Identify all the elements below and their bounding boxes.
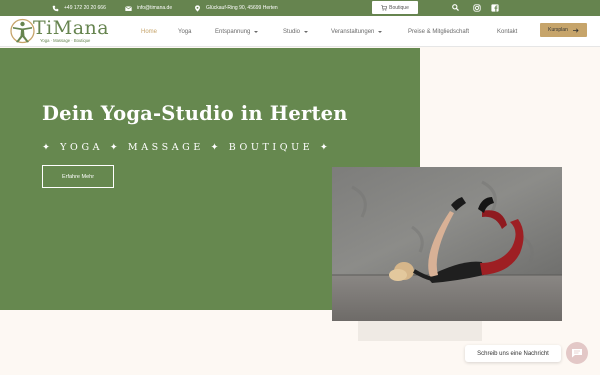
phone-icon [52,5,59,11]
address-link[interactable]: Glückauf-Ring 90, 45699 Herten [194,0,278,16]
nav-home[interactable]: Home [141,16,157,47]
boutique-button[interactable]: Boutique [372,1,418,14]
phone-text: +49 172 20 20 666 [64,5,106,11]
learn-more-label: Erfahre Mehr [61,173,95,180]
chat-prompt-bubble[interactable]: Schreib uns eine Nachricht [465,345,561,362]
facebook-link[interactable] [490,3,499,12]
nav-kontakt[interactable]: Kontakt [497,16,517,47]
hero-subtitle: ✦ YOGA ✦ MASSAGE ✦ BOUTIQUE ✦ [42,142,332,153]
photo-shadow [358,321,482,341]
nav-home-label: Home [141,28,158,35]
arrow-right-icon [572,27,579,33]
facebook-icon [490,3,499,12]
main-header: TiMana Yoga · Massage · Boutique Home Yo… [0,16,600,47]
nav-kontakt-label: Kontakt [497,28,518,35]
chevron-down-icon [304,30,309,33]
nav-entspannung[interactable]: Entspannung [215,16,259,47]
instagram-link[interactable] [472,3,481,12]
hero-title: Dein Yoga-Studio in Herten [42,102,348,125]
instagram-icon [472,3,481,12]
top-bar: +49 172 20 20 666 info@timana.de Glückau… [0,0,600,16]
phone-link[interactable]: +49 172 20 20 666 [52,0,106,16]
logo-tagline: Yoga · Massage · Boutique [40,38,91,43]
chat-button[interactable] [566,342,588,364]
logo-name: TiMana [33,17,110,39]
search-icon [452,4,459,11]
nav-preise[interactable]: Preise & Mitgliedschaft [408,16,469,47]
nav-preise-label: Preise & Mitgliedschaft [408,28,470,35]
nav-yoga-label: Yoga [178,28,192,35]
nav-veranstaltungen-label: Veranstaltungen [331,28,375,35]
yoga-photo [332,167,562,321]
email-link[interactable]: info@timana.de [125,0,172,16]
kursplan-label: Kursplan [548,27,568,33]
envelope-icon [125,5,132,11]
email-text: info@timana.de [137,5,173,11]
cart-icon [381,4,388,11]
chevron-down-icon [254,30,259,33]
yoga-figure-logo-icon [10,18,35,44]
address-text: Glückauf-Ring 90, 45699 Herten [206,5,278,11]
nav-yoga[interactable]: Yoga [178,16,191,47]
chevron-down-icon [378,30,383,33]
chat-icon [572,349,582,358]
map-pin-icon [195,4,200,12]
nav-studio-label: Studio [283,28,301,35]
kursplan-button[interactable]: Kursplan [540,23,587,37]
nav-veranstaltungen[interactable]: Veranstaltungen [331,16,383,47]
search-button[interactable] [451,3,460,12]
nav-entspannung-label: Entspannung [215,28,251,35]
learn-more-button[interactable]: Erfahre Mehr [42,165,114,188]
chat-prompt-text: Schreib uns eine Nachricht [477,350,549,357]
nav-studio[interactable]: Studio [283,16,309,47]
yoga-pose-image [332,167,562,321]
site-logo[interactable]: TiMana Yoga · Massage · Boutique [10,18,125,45]
boutique-label: Boutique [389,4,409,11]
